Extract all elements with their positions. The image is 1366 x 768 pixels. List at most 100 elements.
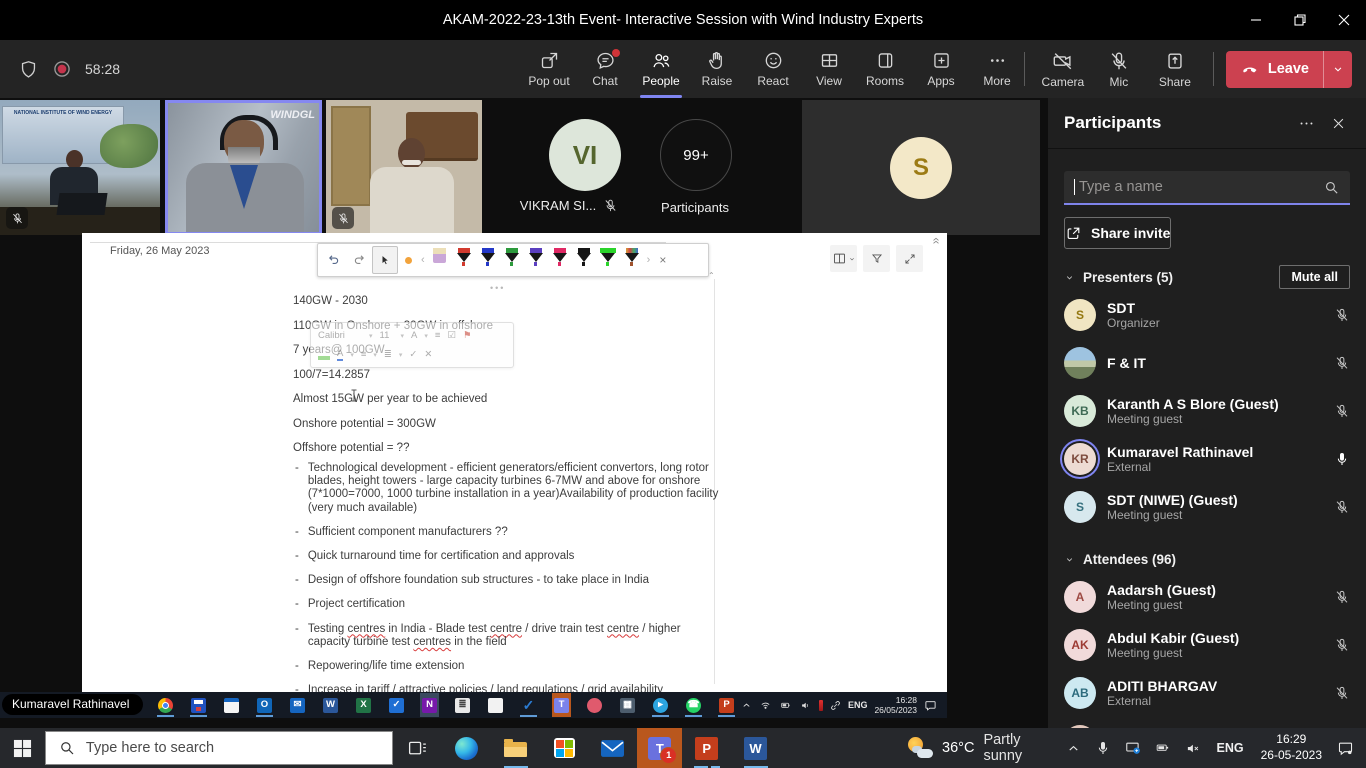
share-invite-button[interactable]: Share invite — [1064, 217, 1171, 249]
rooms-button[interactable]: Rooms — [857, 40, 913, 98]
window-titlebar: AKAM-2022-23-13th Event- Interactive Ses… — [0, 0, 1366, 40]
participant-row[interactable]: AK Abdul Kabir (Guest) Meeting guest — [1048, 621, 1366, 669]
reader-icon: ≣ — [453, 693, 472, 717]
undo-icon — [324, 248, 344, 272]
participant-name: SDT (NIWE) (Guest) — [1107, 492, 1323, 508]
participant-mic-icon[interactable] — [1334, 403, 1350, 419]
avatar-vikram[interactable]: VI — [549, 119, 621, 191]
shared-screen-document[interactable]: Friday, 26 May 2023 14:25 ‹ › × •• — [82, 233, 947, 692]
search-placeholder: Type a name — [1077, 179, 1321, 195]
participant-row[interactable]: S SDT Organizer — [1048, 291, 1366, 339]
panel-more-button[interactable] — [1290, 107, 1322, 139]
leave-options-chevron[interactable] — [1323, 51, 1352, 88]
avatar: A — [1064, 581, 1096, 613]
participants-search-input[interactable]: Type a name — [1064, 171, 1350, 205]
battery-icon — [779, 700, 793, 711]
page-date: Friday, 26 May 2023 — [110, 245, 209, 257]
apps-button[interactable]: Apps — [913, 40, 969, 98]
participant-mic-icon[interactable] — [1334, 637, 1350, 653]
taskbar-search-input[interactable]: Type here to search — [45, 731, 393, 765]
tray-mic-icon[interactable] — [1091, 728, 1116, 768]
presenters-list: S SDT Organizer F & IT — [1048, 291, 1366, 531]
close-button[interactable] — [1322, 0, 1366, 40]
tray-chevron-up-icon[interactable] — [1061, 728, 1086, 768]
tray-cast-icon[interactable] — [1121, 728, 1146, 768]
status-indicator-icon — [819, 700, 823, 711]
video-tile-3[interactable] — [326, 100, 482, 235]
language-indicator[interactable]: ENG — [1211, 741, 1250, 755]
popout-button[interactable]: Pop out — [521, 40, 577, 98]
participant-mic-icon[interactable] — [1334, 307, 1350, 323]
participant-row[interactable]: F & IT — [1048, 339, 1366, 387]
toolbar-divider — [1024, 52, 1025, 86]
participant-mic-icon[interactable] — [1334, 355, 1350, 371]
participants-panel: Participants Type a name Share invite Pr… — [1048, 98, 1366, 728]
section-chevron-icon[interactable] — [1064, 554, 1075, 565]
chat-button[interactable]: Chat — [577, 40, 633, 98]
shield-icon — [18, 59, 39, 80]
participant-row[interactable]: A Aadarsh (Guest) Meeting guest — [1048, 573, 1366, 621]
participant-mic-icon[interactable] — [1334, 451, 1350, 467]
participant-row[interactable]: KR Kumaravel Rathinavel External — [1048, 435, 1366, 483]
people-button[interactable]: People — [633, 40, 689, 98]
funnel-icon — [863, 245, 890, 272]
shared-taskbar-tray: ENG 16:28 26/05/2023 — [741, 692, 937, 718]
document-bullet: -Quick turnaround time for certification… — [295, 550, 719, 563]
section-chevron-icon[interactable] — [1064, 272, 1075, 283]
mic-button[interactable]: Mic — [1093, 40, 1145, 98]
react-button[interactable]: React — [745, 40, 801, 98]
word-icon[interactable]: W — [731, 728, 780, 768]
minimize-button[interactable] — [1234, 0, 1278, 40]
participant-row[interactable]: AB ADITI BHARGAV External — [1048, 669, 1366, 717]
video-tile-1[interactable]: NATIONAL INSTITUTE OF WIND ENERGY — [0, 100, 160, 235]
font-size: 11 — [380, 330, 394, 341]
scroll-up-icon: ⌃ — [708, 271, 715, 280]
attendees-section-label[interactable]: Attendees (96) — [1083, 552, 1350, 567]
mail-icon[interactable] — [589, 728, 638, 768]
avatar: KB — [1064, 395, 1096, 427]
teams-taskbar-icon[interactable]: T 1 — [637, 728, 682, 768]
participant-role: External — [1107, 694, 1323, 708]
taskbar-clock[interactable]: 16:29 26-05-2023 — [1255, 732, 1328, 763]
teams-meeting-window: AKAM-2022-23-13th Event- Interactive Ses… — [0, 0, 1366, 768]
participant-mic-icon[interactable] — [1334, 589, 1350, 605]
view-button[interactable]: View — [801, 40, 857, 98]
action-center-icon[interactable] — [1333, 728, 1358, 768]
pen-green — [503, 248, 521, 272]
file-explorer-icon[interactable] — [491, 728, 540, 768]
microsoft-store-icon[interactable] — [540, 728, 589, 768]
word-icon: W — [321, 693, 340, 717]
powerpoint-icon[interactable]: P — [682, 728, 731, 768]
language-indicator: ENG — [848, 700, 868, 710]
maximize-button[interactable] — [1278, 0, 1322, 40]
edge-icon[interactable] — [442, 728, 491, 768]
participant-mic-icon[interactable] — [1334, 499, 1350, 515]
recording-icon — [52, 59, 72, 79]
meeting-stage: NATIONAL INSTITUTE OF WIND ENERGY WINDGL… — [0, 98, 1048, 728]
presenters-section-label[interactable]: Presenters (5) — [1083, 270, 1271, 285]
tray-volume-muted-icon[interactable] — [1181, 728, 1206, 768]
raise-hand-button[interactable]: Raise — [689, 40, 745, 98]
camera-button[interactable]: Camera — [1037, 40, 1089, 98]
avatar-s: S — [890, 137, 952, 199]
avatar — [1064, 347, 1096, 379]
video-tile-s[interactable]: S — [802, 100, 1040, 235]
mute-all-button[interactable]: Mute all — [1279, 265, 1350, 289]
panel-close-button[interactable] — [1322, 107, 1354, 139]
video-tile-2-active-speaker[interactable]: WINDGL — [165, 100, 322, 235]
tray-battery-icon[interactable] — [1151, 728, 1176, 768]
participant-row[interactable]: KB Karanth A S Blore (Guest) Meeting gue… — [1048, 387, 1366, 435]
leave-button[interactable]: Leave — [1226, 51, 1352, 88]
font-name: Calibri — [318, 330, 362, 341]
task-view-button[interactable] — [393, 728, 442, 768]
start-button[interactable] — [0, 728, 45, 768]
share-button[interactable]: Share — [1149, 40, 1201, 98]
document-line: 140GW - 2030 — [293, 289, 723, 314]
background-logo-text: WINDGL — [270, 109, 315, 121]
participant-row[interactable]: S SDT (NIWE) (Guest) Meeting guest — [1048, 483, 1366, 531]
teams-notification-badge: 1 — [660, 747, 677, 764]
participant-mic-icon[interactable] — [1334, 685, 1350, 701]
participants-count-bubble[interactable]: 99+ — [660, 119, 732, 191]
weather-widget[interactable]: 36°C Partly sunny — [908, 732, 1061, 764]
shared-taskbar-icons: O✉WX✓N≣✓T▦▸☎P — [156, 693, 736, 717]
